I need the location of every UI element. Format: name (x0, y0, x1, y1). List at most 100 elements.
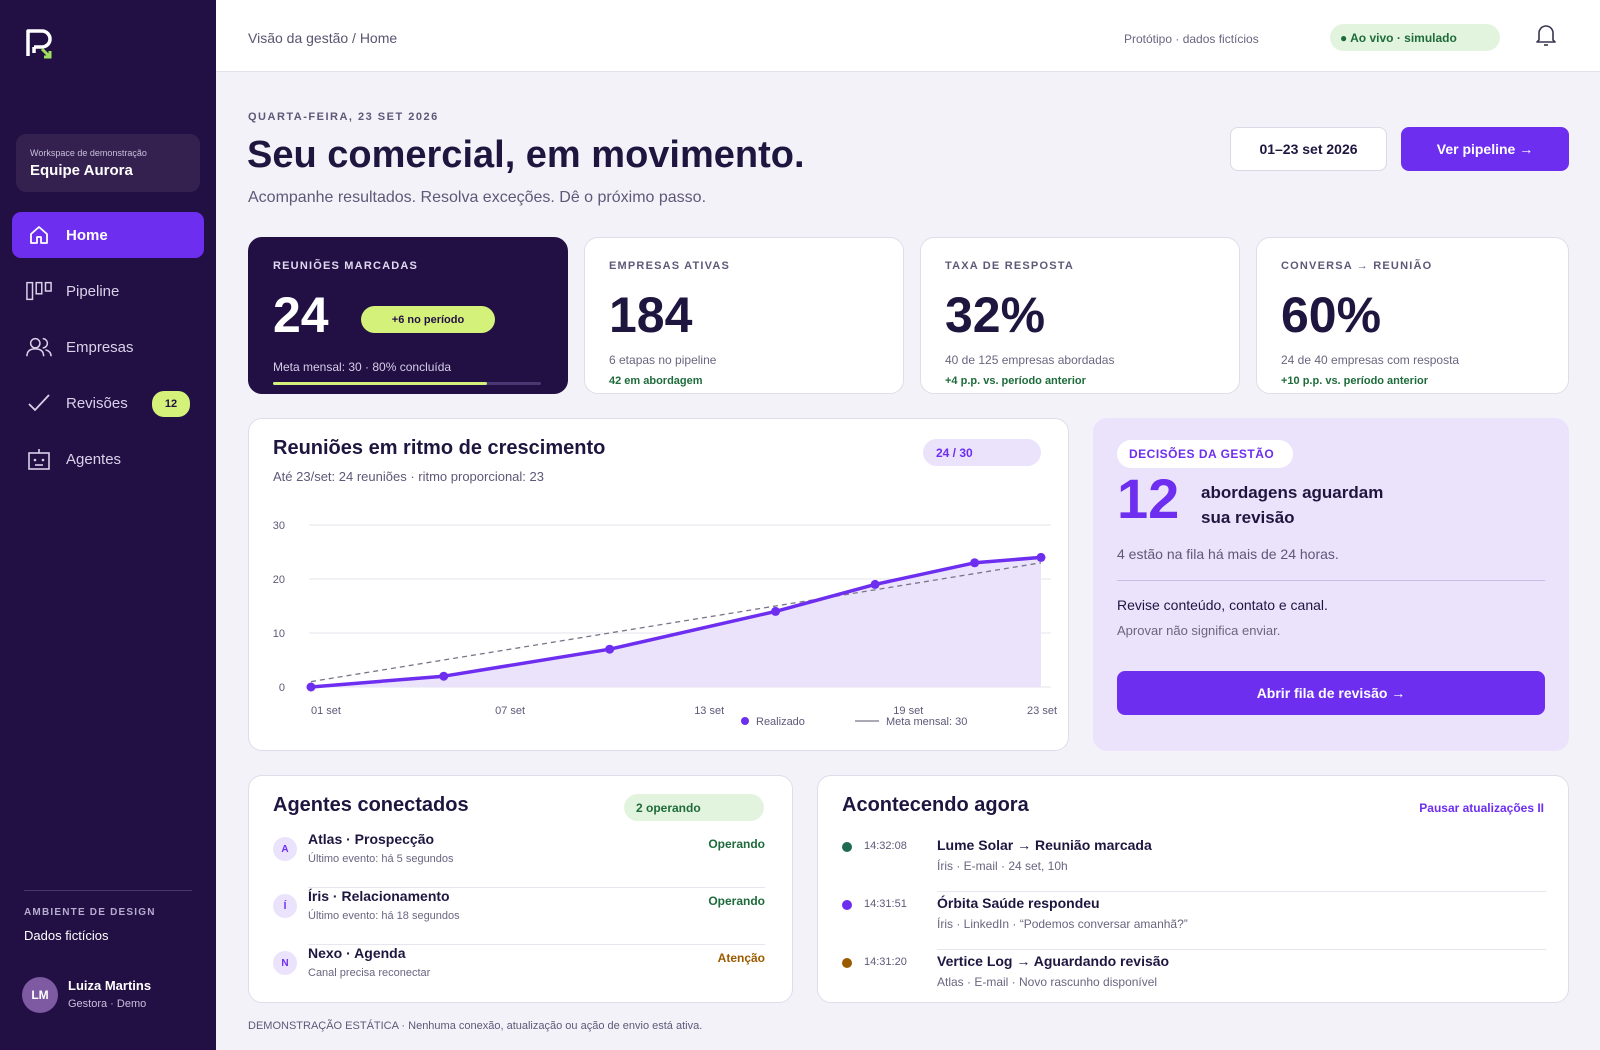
decision-divider (1117, 580, 1545, 581)
nav-item-revisoes[interactable]: Revisões 12 (12, 380, 204, 426)
activity-detail: Íris · LinkedIn · “Podemos conversar ama… (937, 917, 1188, 931)
kpi-progress-bar (273, 382, 541, 385)
agent-avatar: Í (273, 894, 297, 918)
decision-tag: DECISÕES DA GESTÃO (1117, 440, 1293, 468)
kpi-note: 40 de 125 empresas abordadas (945, 353, 1115, 367)
environment-label: AMBIENTE DE DESIGN (24, 907, 156, 918)
chart-title: Reuniões em ritmo de crescimento (273, 437, 606, 459)
check-icon (26, 390, 52, 416)
sidebar-divider (24, 890, 192, 891)
breadcrumb: Visão da gestão / Home (248, 30, 398, 46)
y-tick-label: 30 (273, 520, 285, 532)
status-dot (842, 900, 852, 910)
kpi-delta: +10 p.p. vs. período anterior (1281, 375, 1429, 387)
kpi-card-meetings: REUNIÕES MARCADAS 24 +6 no período Meta … (248, 237, 568, 394)
kpi-card-companies: EMPRESAS ATIVAS 184 6 etapas no pipeline… (584, 237, 904, 394)
pause-updates-button[interactable]: Pausar atualizações II (1419, 801, 1544, 815)
x-tick-label: 07 set (495, 705, 525, 717)
view-pipeline-button[interactable]: Ver pipeline → (1401, 127, 1569, 171)
nav-item-agentes[interactable]: Agentes (12, 436, 204, 482)
activity-time: 14:31:20 (864, 956, 907, 968)
realizado-point (1036, 552, 1046, 562)
kpi-value: 184 (609, 287, 693, 343)
nav-item-pipeline[interactable]: Pipeline (12, 268, 204, 314)
agent-status: Operando (708, 894, 765, 908)
open-review-queue-button[interactable]: Abrir fila de revisão → (1117, 671, 1545, 715)
connected-agents-card: Agentes conectados 2 operando A Atlas · … (248, 775, 793, 1003)
kpi-value: 32% (945, 287, 1046, 343)
kpi-card-conversion: CONVERSA → REUNIÃO 60% 24 de 40 empresas… (1256, 237, 1569, 394)
current-date: QUARTA-FEIRA, 23 SET 2026 (248, 111, 439, 123)
x-tick-label: 01 set (311, 705, 341, 717)
pending-count: 12 (1117, 467, 1180, 530)
meetings-chart-card: 0 10 20 30 01 set 07 set 13 set 19 set 23 set Rea… (248, 418, 1069, 751)
workspace-name: Equipe Aurora (30, 162, 133, 179)
sidebar: Workspace de demonstração Equipe Aurora … (0, 0, 216, 1050)
home-icon (26, 222, 52, 248)
x-tick-label: 23 set (1027, 705, 1057, 717)
pipeline-icon (26, 278, 52, 304)
kpi-label: REUNIÕES MARCADAS (273, 260, 419, 272)
kpi-delta: 42 em abordagem (609, 375, 703, 387)
activity-detail: Íris · E-mail · 24 set, 10h (937, 859, 1068, 873)
user-avatar[interactable]: LM (22, 977, 58, 1013)
kpi-progress-fill (273, 382, 488, 385)
robot-icon (26, 446, 52, 472)
kpi-note: 6 etapas no pipeline (609, 353, 717, 367)
user-name: Luiza Martins (68, 978, 152, 993)
agents-operating-pill: 2 operando (624, 794, 764, 821)
page-title: Seu comercial, em movimento. (247, 134, 805, 176)
realizado-point (439, 671, 449, 681)
pending-note: 4 estão na fila há mais de 24 horas. (1117, 546, 1339, 562)
realizado-point (870, 579, 880, 589)
agents-title: Agentes conectados (273, 794, 469, 816)
agent-avatar: N (273, 951, 297, 975)
kpi-label: CONVERSA → REUNIÃO (1281, 260, 1433, 272)
activity-item[interactable]: 14:32:08 Lume Solar → Reunião marcada Ír… (842, 834, 1546, 892)
topbar: Visão da gestão / Home Protótipo · dados… (216, 0, 1600, 72)
kpi-delta: +4 p.p. vs. período anterior (945, 375, 1086, 387)
agent-row[interactable]: A Atlas · Prospecção Último evento: há 5… (273, 831, 765, 888)
realizado-point (970, 558, 980, 568)
y-tick-label: 0 (279, 682, 285, 694)
kpi-label: TAXA DE RESPOSTA (945, 260, 1075, 272)
workspace-label: Workspace de demonstração (30, 148, 147, 158)
activity-feed-card: Acontecendo agora Pausar atualizações II… (817, 775, 1569, 1003)
realizado-point (306, 682, 316, 692)
agent-status: Operando (708, 837, 765, 851)
bell-icon[interactable] (1534, 22, 1558, 48)
prototype-note: Protótipo · dados fictícios (1124, 32, 1259, 46)
nav-item-home[interactable]: Home (12, 212, 204, 258)
activity-title-text: Vertice Log → Aguardando revisão (937, 953, 1170, 969)
activity-title-text: Lume Solar → Reunião marcada (937, 837, 1152, 853)
static-demo-footer: DEMONSTRAÇÃO ESTÁTICA · Nenhuma conexão,… (248, 1020, 703, 1032)
main-nav: Home Pipeline Empresas Revisões 12 Agent… (12, 212, 204, 492)
workspace-switcher[interactable]: Workspace de demonstração Equipe Aurora (16, 134, 200, 192)
legend-meta-label: Meta mensal: 30 (886, 716, 967, 728)
activity-time: 14:32:08 (864, 840, 907, 852)
nav-item-empresas[interactable]: Empresas (12, 324, 204, 370)
environment-value: Dados fictícios (24, 928, 109, 943)
agent-name: Íris · Relacionamento (308, 888, 450, 904)
logo-icon[interactable] (24, 26, 58, 60)
agent-name: Nexo · Agenda (308, 945, 406, 961)
agent-row[interactable]: N Nexo · Agenda Canal precisa reconectar… (273, 945, 765, 1002)
legend-realizado-label: Realizado (756, 716, 805, 728)
page-subtitle: Acompanhe resultados. Resolva exceções. … (248, 189, 707, 206)
date-range-button[interactable]: 01–23 set 2026 (1230, 127, 1387, 171)
activity-title-text: Órbita Saúde respondeu (937, 895, 1100, 911)
activity-item[interactable]: 14:31:51 Órbita Saúde respondeu Íris · L… (842, 892, 1546, 950)
activity-title: Acontecendo agora (842, 794, 1029, 816)
live-status-badge: ● Ao vivo · simulado (1330, 24, 1500, 51)
kpi-period-pill: +6 no período (361, 306, 495, 333)
kpi-meta: Meta mensal: 30 · 80% concluída (273, 360, 452, 374)
activity-item[interactable]: 14:31:20 Vertice Log → Aguardando revisã… (842, 950, 1546, 1008)
revisoes-count-badge: 12 (152, 391, 190, 417)
agent-row[interactable]: Í Íris · Relacionamento Último evento: h… (273, 888, 765, 945)
kpi-value: 60% (1281, 287, 1382, 343)
kpi-note: 24 de 40 empresas com resposta (1281, 353, 1460, 367)
y-tick-label: 20 (273, 574, 285, 586)
y-tick-label: 10 (273, 628, 285, 640)
activity-detail: Atlas · E-mail · Novo rascunho disponíve… (937, 975, 1158, 989)
agent-last-event: Último evento: há 5 segundos (308, 853, 454, 865)
